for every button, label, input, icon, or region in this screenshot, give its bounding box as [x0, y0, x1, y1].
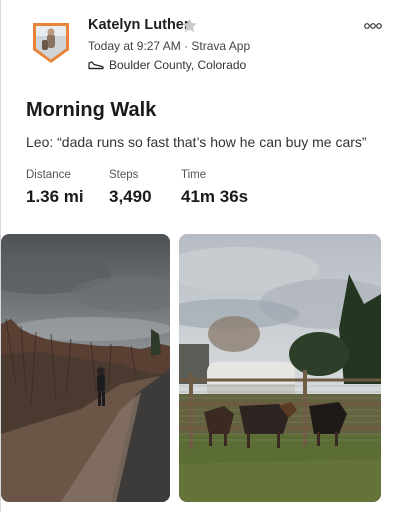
more-options-icon[interactable] — [364, 22, 382, 30]
stat-distance-value: 1.36 mi — [26, 187, 84, 206]
activity-source: Strava App — [191, 39, 251, 53]
stat-time-value: 41m 36s — [181, 187, 249, 206]
avatar[interactable] — [30, 20, 72, 66]
activity-title[interactable]: Morning Walk — [26, 99, 156, 122]
location-label: Boulder County, Colorado — [109, 58, 247, 72]
activity-photo-trail[interactable] — [1, 234, 170, 502]
avatar-badge-icon — [33, 23, 69, 63]
activity-time: Today at 9:27 AM — [88, 39, 181, 53]
activity-photo-horses[interactable] — [179, 234, 381, 502]
meta-separator: · — [180, 39, 192, 53]
activity-description: Leo: “dada runs so fast that’s how he ca… — [26, 134, 367, 150]
stat-steps-value: 3,490 — [109, 187, 152, 206]
activity-card: Katelyn Luther Today at 9:27 AM · Strava… — [0, 0, 405, 512]
star-icon[interactable] — [181, 17, 198, 34]
athlete-name[interactable]: Katelyn Luther — [88, 17, 190, 33]
activity-meta: Today at 9:27 AM · Strava App — [88, 39, 250, 53]
stat-distance-label: Distance — [26, 169, 71, 181]
stat-steps-label: Steps — [109, 169, 139, 181]
shoe-icon — [88, 61, 104, 70]
stat-time-label: Time — [181, 169, 207, 181]
activity-location: Boulder County, Colorado — [88, 58, 246, 72]
